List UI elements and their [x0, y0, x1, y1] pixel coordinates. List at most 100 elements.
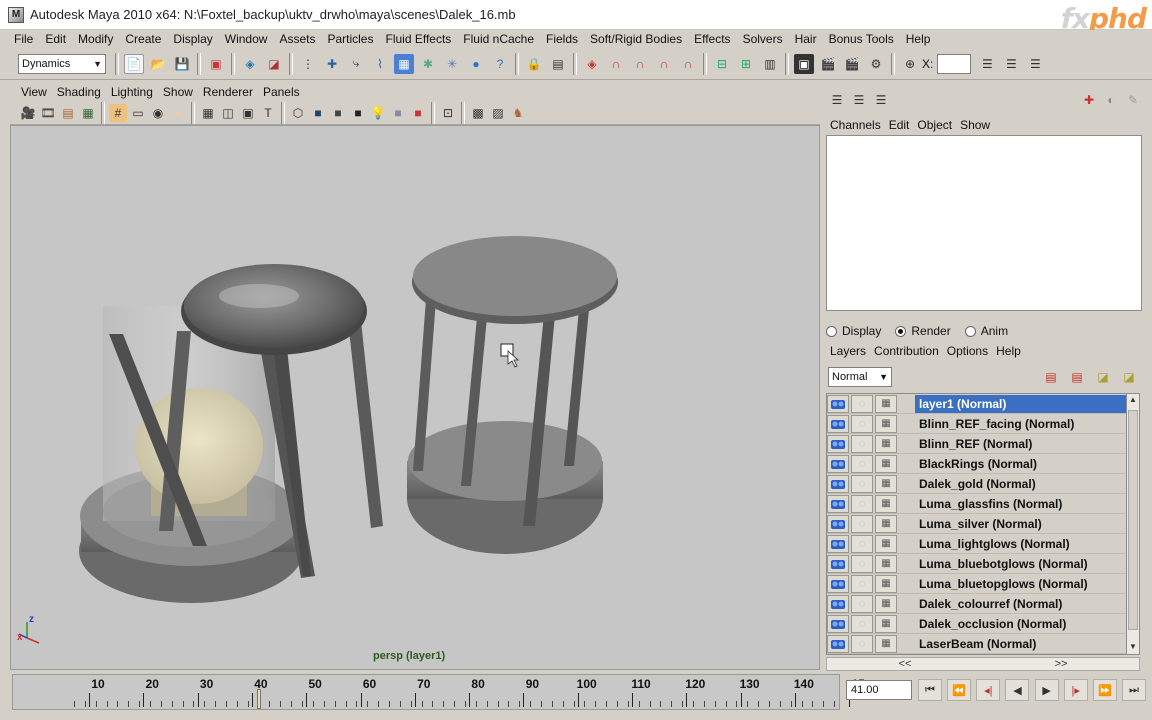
channel-layer-icon[interactable]: ☰ — [850, 91, 868, 109]
radio-dot-icon[interactable] — [895, 325, 907, 337]
render-settings-icon[interactable]: ▦ — [875, 574, 897, 593]
layer-menu-layers[interactable]: Layers — [826, 344, 870, 358]
render-toggle-icon[interactable] — [827, 594, 849, 613]
menu-fluid-ncache[interactable]: Fluid nCache — [457, 32, 540, 46]
layer-name[interactable]: LaserBeam (Normal) — [915, 635, 1040, 653]
render-icon[interactable]: ✳ — [442, 54, 462, 74]
layer-row[interactable]: ◌ ▦ Luma_bluebotglows (Normal) — [827, 554, 1126, 574]
maya-app-icon[interactable]: M — [8, 6, 24, 23]
layer-horizontal-scroll[interactable]: << >> — [826, 657, 1140, 671]
radio-dot-icon[interactable] — [964, 325, 976, 337]
layer-name[interactable]: Blinn_REF_facing (Normal) — [915, 415, 1078, 433]
lights-icon[interactable]: 💡 — [369, 104, 387, 122]
render-toggle-icon[interactable] — [827, 534, 849, 553]
recycle-icon[interactable]: ◌ — [851, 454, 873, 473]
channel-menu-object[interactable]: Object — [913, 118, 956, 132]
select-hierarchy-icon[interactable]: ▣ — [206, 54, 226, 74]
snap-view-plane-icon[interactable]: ⌇ — [370, 54, 390, 74]
panel-menu-lighting[interactable]: Lighting — [106, 85, 158, 99]
recycle-icon[interactable]: ◌ — [851, 614, 873, 633]
layer-name[interactable]: Dalek_occlusion (Normal) — [915, 615, 1070, 633]
new-scene-icon[interactable]: 📄 — [124, 53, 144, 74]
resolution-gate-icon[interactable]: ◉ — [149, 104, 167, 122]
attribute-editor-icon[interactable]: ▥ — [760, 54, 780, 74]
layer-menu-help[interactable]: Help — [992, 344, 1025, 358]
smooth-shade-icon[interactable]: ◫ — [219, 104, 237, 122]
create-rigid-icon[interactable]: ◈ — [582, 54, 602, 74]
snap-point-icon[interactable]: ⤷ — [346, 54, 366, 74]
grid-icon[interactable]: # — [109, 103, 127, 122]
layer-menu-options[interactable]: Options — [943, 344, 992, 358]
recycle-icon[interactable]: ◌ — [851, 434, 873, 453]
layer-row[interactable]: ◌ ▦ Dalek_gold (Normal) — [827, 474, 1126, 494]
render-settings-icon[interactable]: ▦ — [875, 454, 897, 473]
xray-joints-icon[interactable]: ▨ — [489, 104, 507, 122]
menu-fields[interactable]: Fields — [540, 32, 584, 46]
create-empty-layer-icon[interactable]: ◪ — [1092, 366, 1114, 388]
render-toggle-icon[interactable] — [827, 614, 849, 633]
menu-edit[interactable]: Edit — [39, 32, 72, 46]
menu-help[interactable]: Help — [900, 32, 937, 46]
menu-display[interactable]: Display — [167, 32, 218, 46]
channel-box[interactable] — [826, 135, 1142, 311]
panel-menu-show[interactable]: Show — [158, 85, 198, 99]
cube-wire-icon[interactable]: ⬡ — [289, 104, 307, 122]
panel-menu-renderer[interactable]: Renderer — [198, 85, 258, 99]
panel-menu-shading[interactable]: Shading — [52, 85, 106, 99]
play-backwards-icon[interactable]: ◀ — [1005, 679, 1030, 701]
render-settings-icon[interactable]: ▦ — [875, 494, 897, 513]
panel-menu-panels[interactable]: Panels — [258, 85, 305, 99]
clapper-icon[interactable]: 🎬 — [818, 54, 838, 74]
menu-fluid-effects[interactable]: Fluid Effects — [379, 32, 457, 46]
camera-attributes-icon[interactable]: 🎥 — [19, 104, 37, 122]
bookmark-icon[interactable]: ▤ — [59, 104, 77, 122]
step-back-key-icon[interactable]: ◂| — [976, 679, 1001, 701]
camera-select-icon[interactable]: 🎞 — [39, 104, 57, 122]
render-settings-icon[interactable]: ▦ — [875, 594, 897, 613]
select-object-icon[interactable]: ◈ — [240, 54, 260, 74]
open-scene-icon[interactable]: 📂 — [148, 54, 168, 74]
create-layer-from-selected-icon[interactable]: ◪ — [1118, 366, 1140, 388]
menu-file[interactable]: File — [8, 32, 39, 46]
scroll-left-button[interactable]: << — [899, 658, 912, 670]
layer-row[interactable]: ◌ ▦ Luma_glassfins (Normal) — [827, 494, 1126, 514]
current-frame-marker[interactable] — [257, 689, 262, 709]
step-forward-key-icon[interactable]: |▸ — [1063, 679, 1088, 701]
recycle-icon[interactable]: ◌ — [851, 594, 873, 613]
layer-row[interactable]: ◌ ▦ Dalek_occlusion (Normal) — [827, 614, 1126, 634]
scroll-right-button[interactable]: >> — [1055, 658, 1068, 670]
layer-row[interactable]: ◌ ▦ Luma_lightglows (Normal) — [827, 534, 1126, 554]
list-icon[interactable]: ☰ — [977, 54, 997, 74]
perspective-viewport[interactable]: z x persp (layer1) — [10, 125, 820, 670]
render-settings-icon[interactable]: ▦ — [875, 634, 897, 653]
layer-row[interactable]: ◌ ▦ LaserBeam (Normal) — [827, 634, 1126, 654]
save-scene-icon[interactable]: 💾 — [172, 54, 192, 74]
render-settings-icon[interactable]: ▦ — [875, 434, 897, 453]
render-toggle-icon[interactable] — [827, 514, 849, 533]
render-toggle-icon[interactable] — [827, 634, 849, 653]
menu-solvers[interactable]: Solvers — [737, 32, 789, 46]
isolate-select-icon[interactable]: ⊡ — [439, 104, 457, 122]
hud-icon[interactable]: ♞ — [509, 104, 527, 122]
cube-dark-icon[interactable]: ■ — [349, 104, 367, 122]
image-plane-icon[interactable]: ▦ — [79, 104, 97, 122]
layer-list-scrollbar[interactable]: ▲ ▼ — [1126, 393, 1140, 655]
list-alt-icon[interactable]: ☰ — [1001, 54, 1021, 74]
menu-effects[interactable]: Effects — [688, 32, 736, 46]
blend-mode-select[interactable]: Normal ▼ — [828, 367, 892, 387]
menu-particles[interactable]: Particles — [321, 32, 379, 46]
render-settings-icon[interactable]: ▦ — [875, 554, 897, 573]
step-forward-frame-icon[interactable]: ⏩ — [1092, 679, 1117, 701]
layer-name[interactable]: Blinn_REF (Normal) — [915, 435, 1036, 453]
render-toggle-icon[interactable] — [827, 554, 849, 573]
scroll-up-icon[interactable]: ▲ — [1129, 395, 1137, 404]
menu-modify[interactable]: Modify — [72, 32, 119, 46]
menu-hair[interactable]: Hair — [789, 32, 823, 46]
go-to-start-icon[interactable]: ⏮ — [918, 679, 942, 701]
input-ops-icon[interactable]: ⊟ — [712, 54, 732, 74]
render-settings-icon[interactable]: ? — [490, 54, 510, 74]
render-toggle-icon[interactable] — [827, 454, 849, 473]
menu-create[interactable]: Create — [119, 32, 167, 46]
snap-curve-icon[interactable]: ✚ — [322, 54, 342, 74]
go-to-end-icon[interactable]: ⏭ — [1121, 679, 1146, 701]
